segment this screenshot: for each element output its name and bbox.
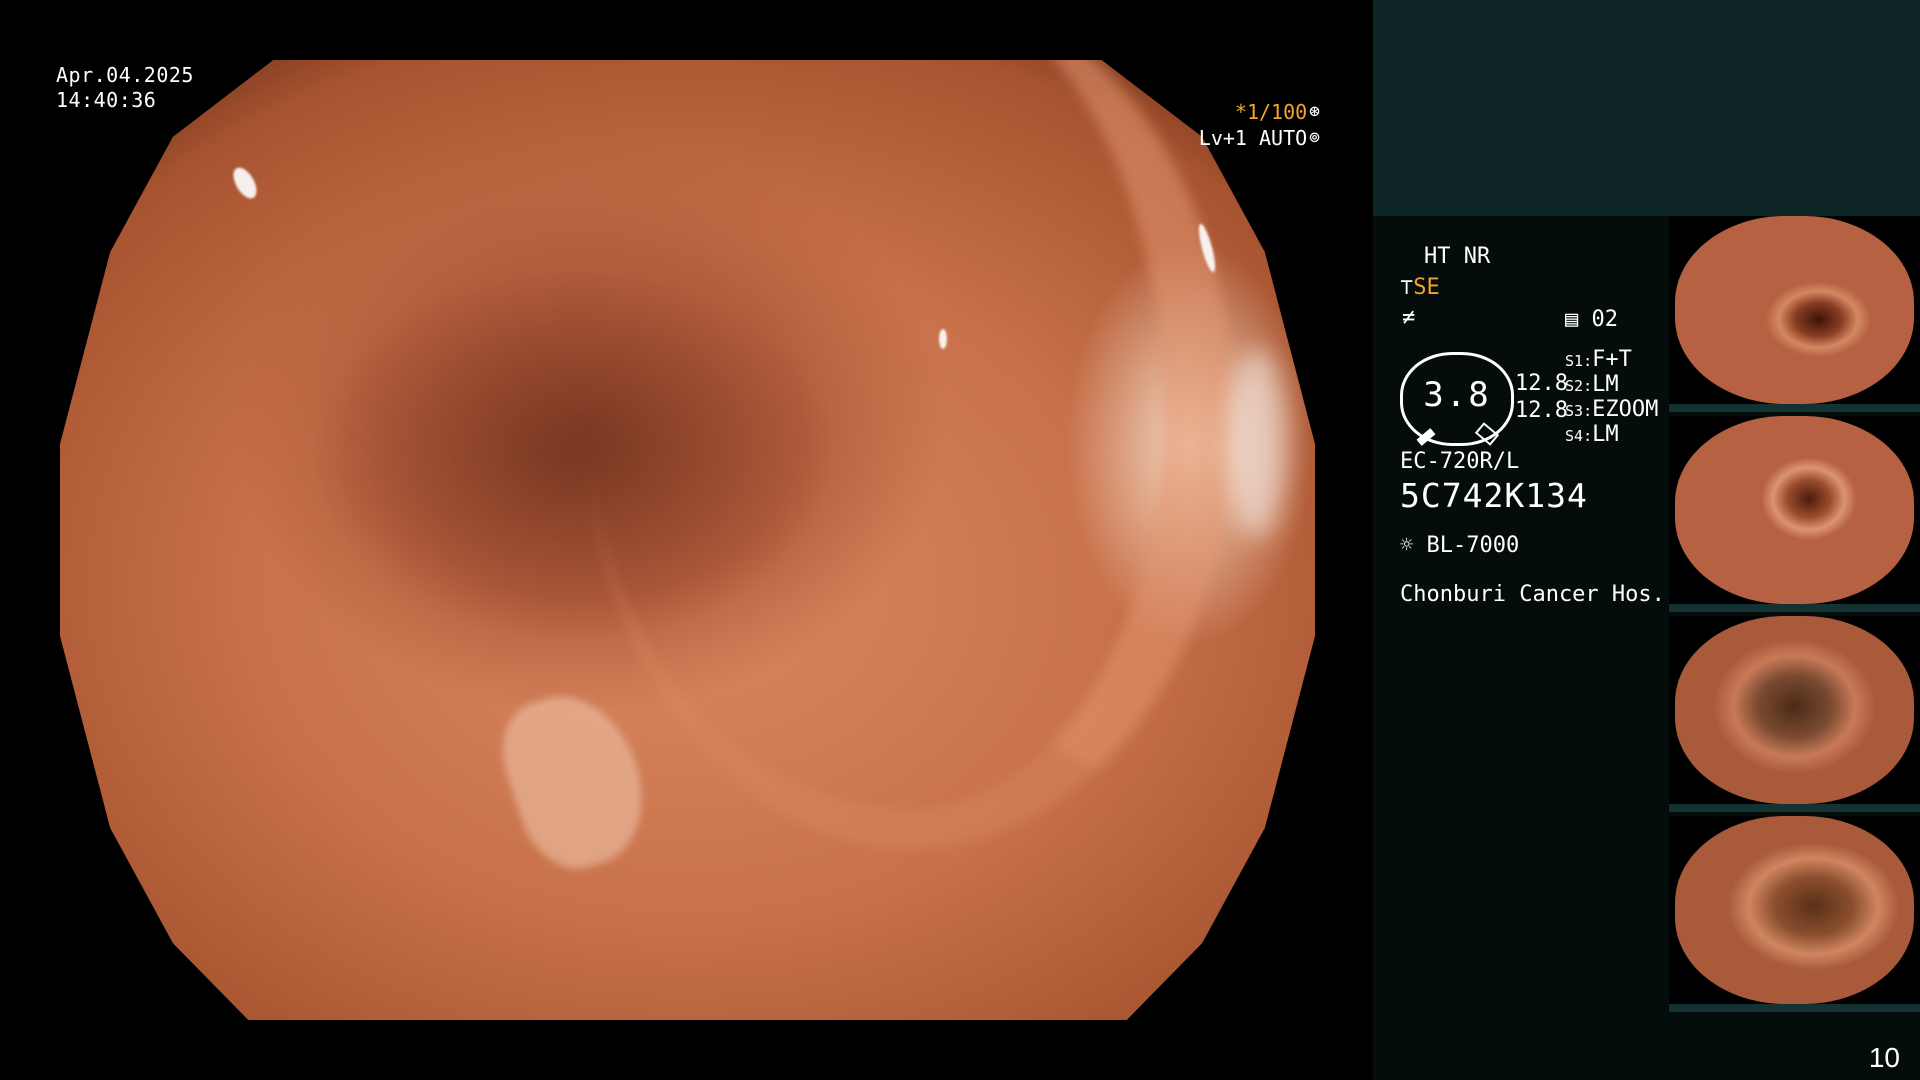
- sun-icon: ☼: [1400, 533, 1414, 558]
- mucosal-lesion: [488, 678, 661, 882]
- enhancement-value: Lv+1 AUTO: [1198, 126, 1308, 150]
- switch-key: S4: [1565, 427, 1584, 445]
- exam-date: Apr.04.2025: [56, 63, 194, 87]
- thumbnail-capture[interactable]: [1669, 616, 1920, 812]
- gauge-side-top: 12.8: [1515, 371, 1568, 396]
- specular-highlight: [1227, 348, 1288, 538]
- gauge-value: 3.8: [1423, 375, 1491, 415]
- thumbnail-bar: [1669, 604, 1920, 612]
- structure-enhancement: ⊤SE: [1400, 274, 1440, 302]
- thumbnail-capture[interactable]: [1669, 816, 1920, 1012]
- shutter-value: *1/100: [1234, 100, 1308, 124]
- endoscope-main-view: Apr.04.2025 14:40:36 *1/100 ⊛ Lv+1 AUTO …: [0, 0, 1373, 1080]
- switch-value: EZOOM: [1592, 397, 1659, 422]
- iris-icon: ⊚: [1309, 127, 1320, 148]
- scope-model: EC-720R/L: [1400, 449, 1520, 474]
- panel-header-area: [1373, 0, 1920, 216]
- thumbnail-bar: [1669, 804, 1920, 812]
- switch-value: F+T: [1592, 347, 1632, 372]
- image-settings: *1/100 ⊛ Lv+1 AUTO ⊚: [1150, 99, 1320, 155]
- memory-count: 02: [1591, 307, 1619, 332]
- switch-key: S2: [1565, 377, 1584, 395]
- specular-highlight: [938, 328, 947, 349]
- light-source-model: BL-7000: [1426, 533, 1520, 558]
- switch-s4: S4:LM: [1565, 422, 1619, 447]
- thumbnail-bar: [1669, 404, 1920, 412]
- thumbnail-capture[interactable]: [1669, 216, 1920, 412]
- gauge-display: 3.8: [1400, 352, 1514, 446]
- slash-f-icon: ≠: [1402, 305, 1416, 330]
- se-label: SE: [1413, 275, 1440, 300]
- switch-key: S3: [1565, 402, 1584, 420]
- thumbnail-image: [1675, 416, 1914, 604]
- scope-serial: 5C742K134: [1400, 476, 1588, 515]
- exam-time: 14:40:36: [56, 88, 157, 112]
- enhancement-level: Lv+1 AUTO ⊚: [1199, 125, 1320, 151]
- page-number: 10: [1868, 1042, 1900, 1073]
- switch-key: S1: [1565, 352, 1584, 370]
- light-source: ☼ BL-7000: [1400, 532, 1519, 560]
- gauge-side-bottom: 12.8: [1515, 398, 1568, 423]
- specular-highlight: [228, 163, 261, 202]
- switch-value: LM: [1592, 422, 1619, 447]
- thumbnail-image: [1675, 816, 1914, 1004]
- thumbnail-capture[interactable]: [1669, 416, 1920, 612]
- processing-mode: HT NR: [1424, 244, 1491, 269]
- exam-datetime: Apr.04.2025 14:40:36: [56, 63, 194, 113]
- thumbnail-image: [1675, 216, 1914, 404]
- thumbnail-image: [1675, 616, 1914, 804]
- endoscopic-image: [60, 60, 1315, 1020]
- thumbnail-bar: [1669, 1004, 1920, 1012]
- tilde-hook-icon: ⊤: [1400, 275, 1414, 300]
- switch-value: LM: [1592, 372, 1619, 397]
- colon-fold: [587, 60, 1235, 849]
- memory-card-icon: ▤: [1565, 307, 1579, 332]
- hospital-name: Chonburi Cancer Hos.: [1400, 582, 1665, 607]
- memory-indicator: ▤ 02: [1565, 306, 1618, 334]
- aperture-icon: ⊛: [1309, 101, 1320, 122]
- shutter-speed: *1/100 ⊛: [1235, 99, 1320, 125]
